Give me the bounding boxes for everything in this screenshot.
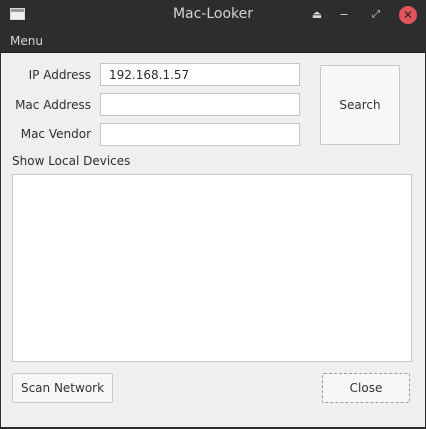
scan-network-button[interactable]: Scan Network xyxy=(12,373,113,403)
close-window-button[interactable]: ✕ xyxy=(399,6,417,24)
mac-vendor-input[interactable] xyxy=(100,123,300,146)
ip-address-label: IP Address xyxy=(28,68,91,82)
window-title: Mac-Looker xyxy=(172,6,254,22)
eject-icon[interactable]: ⏏ xyxy=(308,6,326,24)
menu-item-menu[interactable]: Menu xyxy=(10,34,43,48)
mac-address-label: Mac Address xyxy=(15,98,91,112)
main-panel: IP Address Mac Address Mac Vendor Search… xyxy=(1,53,425,428)
local-devices-list[interactable] xyxy=(12,174,412,362)
mac-address-input[interactable] xyxy=(100,93,300,116)
search-button[interactable]: Search xyxy=(320,65,400,145)
minimize-button[interactable]: − xyxy=(335,6,353,24)
mac-vendor-label: Mac Vendor xyxy=(20,127,91,141)
app-window: Mac-Looker ⏏ − ⤢ ✕ Menu IP Address Mac A… xyxy=(0,0,426,429)
local-devices-label: Show Local Devices xyxy=(12,154,131,168)
maximize-button[interactable]: ⤢ xyxy=(367,6,385,24)
title-bar[interactable]: Mac-Looker ⏏ − ⤢ ✕ xyxy=(0,0,426,30)
menu-bar: Menu xyxy=(0,30,426,53)
close-button[interactable]: Close xyxy=(322,373,410,403)
ip-address-input[interactable] xyxy=(100,63,300,86)
